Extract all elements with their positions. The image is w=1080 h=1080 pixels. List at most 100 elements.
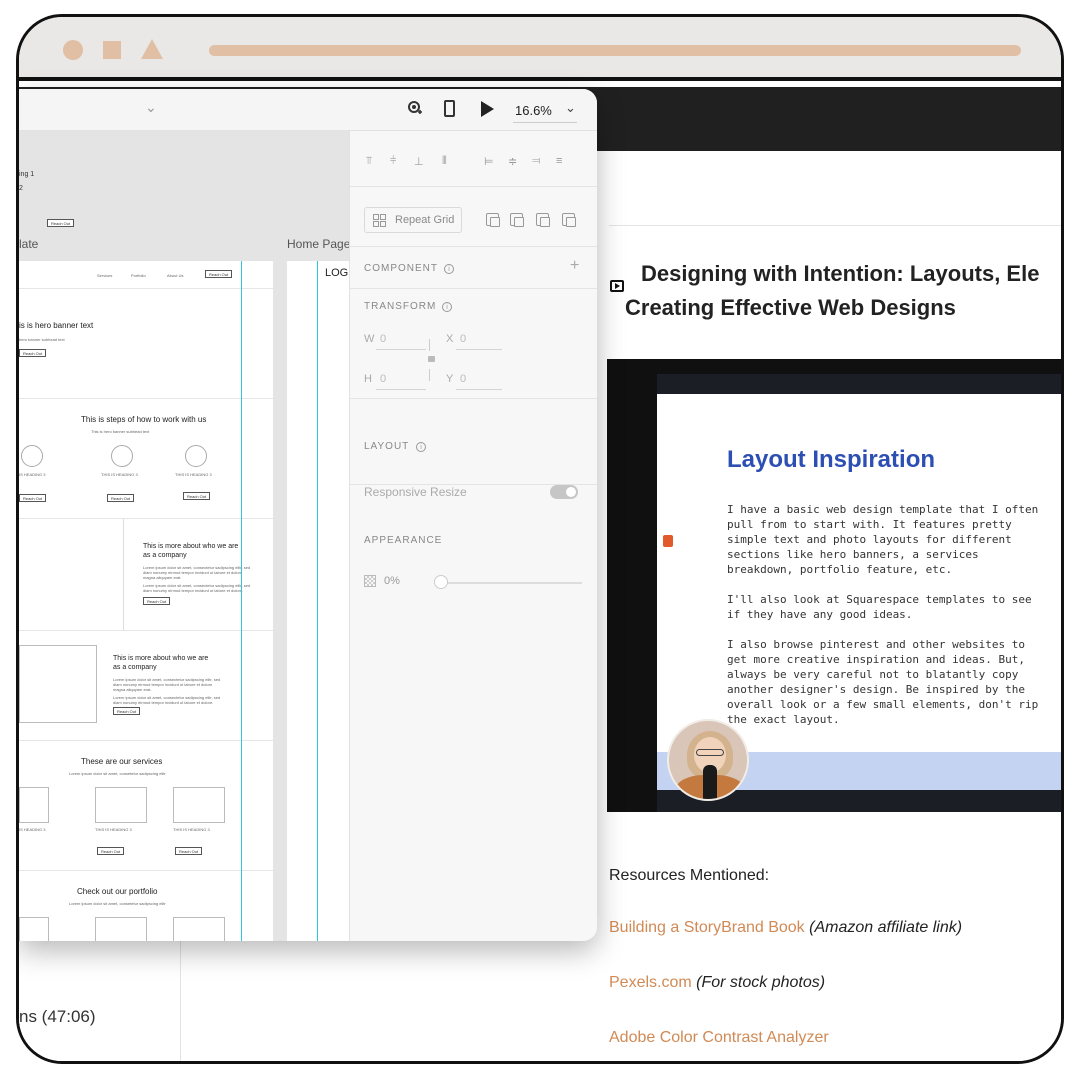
opacity-input[interactable]: 0% bbox=[384, 575, 400, 587]
align-left-icon[interactable]: ⊨ bbox=[484, 155, 498, 168]
wf-nav-item: Portfolio bbox=[131, 273, 146, 278]
x-input[interactable]: 0 bbox=[460, 333, 466, 345]
resource-item: Adobe Color Contrast Analyzer bbox=[609, 1029, 829, 1047]
address-bar[interactable] bbox=[209, 45, 1021, 56]
align-top-icon[interactable]: ⫪ bbox=[366, 155, 380, 167]
link-bracket bbox=[424, 369, 430, 381]
repeat-grid-label: Repeat Grid bbox=[395, 214, 455, 226]
resource-link[interactable]: Building a StoryBrand Book bbox=[609, 919, 805, 936]
width-underline bbox=[376, 349, 426, 350]
chevron-down-icon[interactable]: ⌄ bbox=[145, 99, 157, 116]
device-preview-icon[interactable] bbox=[444, 100, 455, 117]
wf-hero-text: is is hero banner text bbox=[19, 321, 94, 330]
slide: Layout Inspiration I have a basic web de… bbox=[657, 394, 1061, 752]
y-input[interactable]: 0 bbox=[460, 373, 466, 385]
wf-lorem: Lorem ipsum dolor sit amet, consectetur … bbox=[113, 677, 221, 692]
artboard-label[interactable]: late bbox=[19, 237, 38, 251]
wf-nav-item: Services bbox=[97, 273, 113, 278]
align-right-icon[interactable]: ⫤ bbox=[532, 155, 546, 167]
wf-services-sub: Lorem ipsum dolor sit amet, consetetur s… bbox=[69, 771, 166, 776]
info-icon[interactable]: i bbox=[444, 264, 454, 274]
alignment-tools: ⫪ ⫩ ⊥ ⦀ ⊨ ≑ ⫤ ≡ bbox=[350, 131, 597, 187]
triangle-icon bbox=[141, 39, 163, 59]
align-center-icon[interactable]: ≑ bbox=[508, 155, 522, 168]
device-frame: ns (47:06) Designing with Intention: Lay… bbox=[16, 14, 1064, 1064]
component-section: COMPONENT i + bbox=[350, 247, 597, 289]
app-toolbar: ⌄ 16.6% ⌄ bbox=[19, 89, 597, 131]
wf-circle bbox=[111, 445, 133, 467]
slide-paragraph: I'll also look at Squarespace templates … bbox=[727, 593, 1032, 621]
presenter-avatar bbox=[667, 719, 749, 801]
artboard-home-page[interactable]: LOG bbox=[287, 261, 349, 941]
lesson-title: Designing with Intention: Layouts, Ele C… bbox=[625, 257, 1061, 325]
lock-icon[interactable] bbox=[428, 356, 435, 362]
wf-image-box bbox=[19, 917, 49, 941]
property-inspector: ⫪ ⫩ ⊥ ⦀ ⊨ ≑ ⫤ ≡ Repeat Grid COMPONENT i … bbox=[349, 131, 597, 941]
repeat-grid-button[interactable]: Repeat Grid bbox=[364, 207, 462, 233]
width-label: W bbox=[364, 333, 375, 345]
wf-steps-title: This is steps of how to work with us bbox=[81, 415, 207, 424]
layout-label: LAYOUT bbox=[364, 441, 410, 452]
resources-heading: Resources Mentioned: bbox=[609, 867, 770, 884]
wf-image-box bbox=[173, 917, 225, 941]
transform-section: TRANSFORM i W 0 X 0 H 0 Y 0 bbox=[350, 289, 597, 399]
y-underline bbox=[456, 389, 502, 390]
distribute-vertical-icon[interactable]: ⦀ bbox=[442, 155, 456, 167]
opacity-slider-track[interactable] bbox=[436, 582, 582, 584]
info-icon[interactable]: i bbox=[442, 302, 452, 312]
play-icon[interactable] bbox=[481, 101, 494, 117]
wf-button: Reach Out bbox=[97, 847, 125, 855]
zoom-chevron-icon[interactable]: ⌄ bbox=[565, 100, 576, 116]
slide-paragraph: I also browse pinterest and other websit… bbox=[727, 638, 1039, 726]
info-icon[interactable]: i bbox=[416, 442, 426, 452]
canvas-snippet: ing 1 bbox=[19, 171, 35, 178]
canvas-button: Reach Out bbox=[47, 219, 75, 227]
wf-heading: IS HEADING 3 bbox=[19, 472, 46, 477]
add-component-icon[interactable]: + bbox=[570, 257, 579, 275]
wf-heading: THIS IS HEADING 3 bbox=[173, 827, 210, 832]
resource-link[interactable]: Pexels.com bbox=[609, 974, 692, 991]
x-label: X bbox=[446, 333, 454, 345]
lesson-title-line-1: Designing with Intention: Layouts, Ele bbox=[641, 261, 1040, 286]
wf-heading: THIS IS HEADING 3 bbox=[175, 472, 212, 477]
wf-portfolio: Check out our portfolio Lorem ipsum dolo… bbox=[19, 871, 273, 941]
opacity-slider-knob[interactable] bbox=[434, 575, 448, 589]
artboard-label[interactable]: Home Page bbox=[287, 237, 349, 251]
canvas-snippet: 2 bbox=[19, 185, 23, 192]
wf-about-title: as a company bbox=[113, 664, 157, 671]
wf-lorem: Lorem ipsum dolor sit amet, consectetur … bbox=[113, 695, 221, 705]
align-middle-icon[interactable]: ⫩ bbox=[390, 155, 404, 167]
lesson-duration[interactable]: ns (47:06) bbox=[19, 1007, 96, 1027]
intersect-boolean-icon[interactable] bbox=[536, 213, 550, 227]
x-underline bbox=[456, 349, 502, 350]
design-app-window: ⌄ 16.6% ⌄ ing 1 2 Reach Out late Home Pa… bbox=[19, 89, 597, 941]
share-user-icon[interactable] bbox=[407, 101, 423, 117]
distribute-horizontal-icon[interactable]: ≡ bbox=[556, 155, 570, 167]
height-input[interactable]: 0 bbox=[380, 373, 386, 385]
slide-paragraph: I have a basic web design template that … bbox=[727, 503, 1039, 576]
exclude-boolean-icon[interactable] bbox=[562, 213, 576, 227]
subtract-boolean-icon[interactable] bbox=[510, 213, 524, 227]
zoom-level[interactable]: 16.6% bbox=[515, 103, 552, 118]
video-player[interactable]: Layout Inspiration I have a basic web de… bbox=[607, 359, 1061, 812]
height-underline bbox=[376, 389, 426, 390]
wf-services: These are our services Lorem ipsum dolor… bbox=[19, 741, 273, 871]
wf-hero-button: Reach Out bbox=[19, 349, 47, 357]
align-bottom-icon[interactable]: ⊥ bbox=[414, 155, 428, 168]
video-lesson-icon bbox=[610, 280, 624, 292]
resource-item: Building a StoryBrand Book (Amazon affil… bbox=[609, 919, 962, 937]
wf-image-box bbox=[95, 787, 147, 823]
design-canvas[interactable]: ing 1 2 Reach Out late Home Page Service… bbox=[19, 131, 349, 941]
add-boolean-icon[interactable] bbox=[486, 213, 500, 227]
wf-nav-button: Reach Out bbox=[205, 270, 233, 278]
width-input[interactable]: 0 bbox=[380, 333, 386, 345]
wf-nav-item: About Us bbox=[167, 273, 184, 278]
slide-body: I have a basic web design template that … bbox=[727, 502, 1061, 742]
appearance-section: APPEARANCE 0% bbox=[350, 485, 597, 665]
artboard-template[interactable]: Services Portfolio About Us Reach Out is… bbox=[19, 261, 273, 941]
wf-services-title: These are our services bbox=[81, 757, 163, 766]
wf-heading: IS HEADING 3 bbox=[19, 827, 46, 832]
component-label: COMPONENT bbox=[364, 263, 438, 274]
wf-image-box bbox=[19, 787, 49, 823]
resource-link[interactable]: Adobe Color Contrast Analyzer bbox=[609, 1029, 829, 1046]
